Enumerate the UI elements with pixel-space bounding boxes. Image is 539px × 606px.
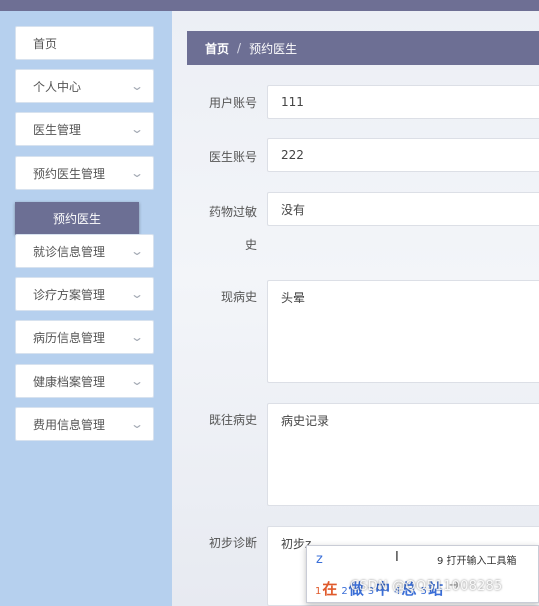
top-header-bar <box>0 0 539 11</box>
drug-allergy-label-continued: 史 <box>244 238 257 252</box>
chevron-down-icon: ⌄ <box>129 417 145 431</box>
sidebar-item-medical-records[interactable]: 病历信息管理 ⌄ <box>15 320 154 354</box>
ime-candidate-index: 2 <box>341 586 348 597</box>
sidebar-item-label: 首页 <box>33 36 58 51</box>
sidebar-item-treatment-plan[interactable]: 诊疗方案管理 ⌄ <box>15 277 154 311</box>
breadcrumb: 首页 / 预约医生 <box>187 31 539 65</box>
chevron-down-icon: ⌄ <box>129 244 145 258</box>
text-cursor-icon: I <box>395 550 399 565</box>
sidebar-item-visit-info[interactable]: 就诊信息管理 ⌄ <box>15 234 154 268</box>
sidebar-item-label: 病历信息管理 <box>33 330 106 345</box>
user-account-label: 用户账号 <box>208 96 257 110</box>
ime-candidate-index: 1 <box>315 586 322 597</box>
chevron-down-icon: ⌄ <box>129 166 145 180</box>
ime-candidate-text: 在 <box>322 580 338 598</box>
sidebar-item-appointment-management[interactable]: 预约医生管理 ⌄ <box>15 156 154 190</box>
user-account-value: 111 <box>281 95 304 109</box>
sidebar-item-label: 健康档案管理 <box>33 374 106 389</box>
present-illness-value: 头晕 <box>281 291 306 305</box>
sidebar-item-label: 诊疗方案管理 <box>33 287 106 302</box>
present-illness-textarea[interactable]: 头晕 <box>267 280 539 383</box>
doctor-account-label: 医生账号 <box>208 150 257 164</box>
watermark: CSDN @QQ511008285 <box>350 579 503 594</box>
initial-diagnosis-label: 初步诊断 <box>208 536 257 550</box>
sidebar-item-personal-center[interactable]: 个人中心 ⌄ <box>15 69 154 103</box>
ime-input-code: z <box>316 552 323 567</box>
doctor-account-field[interactable]: 222 <box>267 138 539 172</box>
chevron-down-icon: ⌄ <box>129 330 145 344</box>
sidebar-item-label: 个人中心 <box>33 79 82 94</box>
breadcrumb-separator: / <box>237 41 242 55</box>
chevron-down-icon: ⌄ <box>129 79 145 93</box>
ime-toolbox-option[interactable]: 9 打开输入工具箱 <box>437 552 517 567</box>
breadcrumb-current: 预约医生 <box>249 41 298 56</box>
sidebar-item-label: 医生管理 <box>33 122 82 137</box>
ime-candidate-popup: z I 9 打开输入工具箱 1在 2做 3中 4总 5站 → <box>306 545 539 603</box>
past-history-label: 既往病史 <box>208 413 257 427</box>
sidebar-item-home[interactable]: 首页 <box>15 26 154 60</box>
drug-allergy-label: 药物过敏 <box>208 205 257 219</box>
past-history-textarea[interactable]: 病史记录 <box>267 403 539 506</box>
breadcrumb-home[interactable]: 首页 <box>205 40 229 57</box>
sidebar-item-fee-info[interactable]: 费用信息管理 ⌄ <box>15 407 154 441</box>
main-content: 首页 / 预约医生 用户账号 111 医生账号 222 药物过敏 史 没有 现病… <box>172 11 539 606</box>
sidebar-item-label: 预约医生管理 <box>33 166 106 181</box>
sidebar-item-doctor-management[interactable]: 医生管理 ⌄ <box>15 112 154 146</box>
doctor-account-value: 222 <box>281 148 304 162</box>
sidebar: 首页 个人中心 ⌄ 医生管理 ⌄ 预约医生管理 ⌄ 预约医生 就诊信息管理 ⌄ … <box>0 11 172 606</box>
drug-allergy-field[interactable]: 没有 <box>267 192 539 226</box>
chevron-down-icon: ⌄ <box>129 122 145 136</box>
chevron-down-icon: ⌄ <box>129 374 145 388</box>
drug-allergy-value: 没有 <box>281 202 306 217</box>
ime-candidate[interactable]: 1在 <box>315 578 337 599</box>
sidebar-item-label: 就诊信息管理 <box>33 244 106 259</box>
present-illness-label: 现病史 <box>220 290 257 304</box>
sidebar-item-label: 费用信息管理 <box>33 417 106 432</box>
chevron-down-icon: ⌄ <box>129 287 145 301</box>
sidebar-subitem-label: 预约医生 <box>52 212 101 226</box>
sidebar-item-health-records[interactable]: 健康档案管理 ⌄ <box>15 364 154 398</box>
sidebar-subitem-appointment-doctor[interactable]: 预约医生 <box>15 202 139 235</box>
user-account-field[interactable]: 111 <box>267 85 539 119</box>
past-history-value: 病史记录 <box>281 414 330 428</box>
